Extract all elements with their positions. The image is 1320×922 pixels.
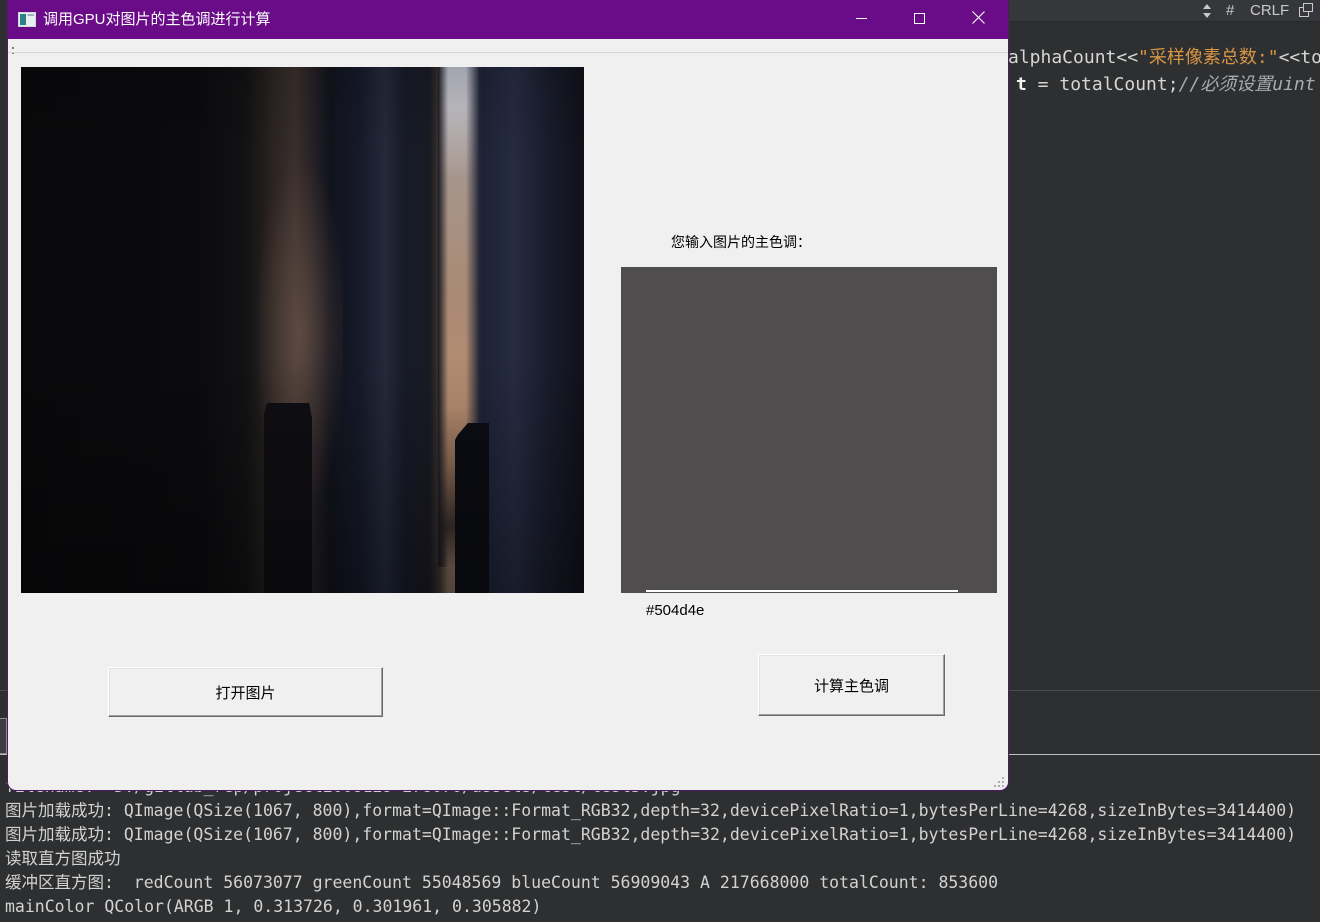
minimize-icon bbox=[856, 11, 867, 29]
code-string: "采样像素总数:" bbox=[1138, 47, 1279, 68]
open-image-button[interactable]: 打开图片 bbox=[108, 667, 383, 717]
compute-main-color-button-label: 计算主色调 bbox=[813, 677, 889, 695]
output-line: 图片加载成功: QImage(QSize(1067, 800),format=Q… bbox=[5, 825, 1297, 844]
resize-grip-icon[interactable] bbox=[993, 775, 1005, 787]
output-line: 图片加载成功: QImage(QSize(1067, 800),format=Q… bbox=[5, 801, 1297, 820]
output-line: 读取直方图成功 bbox=[5, 849, 121, 868]
compute-main-color-button[interactable]: 计算主色调 bbox=[758, 654, 945, 716]
image-shading bbox=[21, 67, 584, 593]
toolbar-grip-icon[interactable] bbox=[12, 42, 16, 54]
code-editor[interactable]: alphaCount<<"采样像素总数:"<<to t = totalCount… bbox=[1008, 22, 1320, 690]
loaded-image bbox=[21, 67, 584, 593]
indent-symbol: # bbox=[1226, 2, 1235, 19]
code-token: alphaCount<< bbox=[1008, 47, 1139, 68]
main-color-swatch bbox=[621, 267, 997, 593]
toolbar-separator bbox=[8, 52, 1008, 53]
main-color-label: 您输入图片的主色调： bbox=[671, 234, 811, 250]
minimize-button[interactable] bbox=[832, 0, 891, 39]
output-line: 缓冲区直方图: redCount 56073077 greenCount 550… bbox=[5, 873, 999, 892]
editor-toolbar: # CRLF bbox=[1008, 0, 1320, 22]
code-token: <<to bbox=[1278, 47, 1320, 68]
main-color-hex: #504d4e bbox=[646, 602, 705, 619]
app-window: 调用GPU对图片的主色调进行计算 您输入图片的主色调： #504d4e 打开图片… bbox=[8, 0, 1008, 790]
swatch-underline bbox=[646, 590, 958, 592]
close-button[interactable] bbox=[949, 0, 1008, 39]
output-line: mainColor QColor(ARGB 1, 0.313726, 0.301… bbox=[5, 897, 542, 916]
maximize-icon bbox=[914, 11, 925, 29]
output-filter-box[interactable] bbox=[0, 718, 7, 754]
line-ending-selector[interactable]: CRLF bbox=[1250, 1, 1289, 20]
code-token: t bbox=[1016, 74, 1027, 95]
code-line: alphaCount<<"采样像素总数:"<<to bbox=[1008, 46, 1320, 70]
open-image-button-label: 打开图片 bbox=[215, 684, 276, 702]
updown-arrows-icon[interactable] bbox=[1203, 4, 1211, 23]
code-token: = totalCount; bbox=[1026, 74, 1179, 95]
code-comment: //必须设置uint bbox=[1178, 74, 1316, 95]
close-icon bbox=[972, 10, 985, 29]
maximize-button[interactable] bbox=[890, 0, 949, 39]
code-line: t = totalCount;//必须设置uint bbox=[1016, 73, 1316, 97]
title-bar[interactable]: 调用GPU对图片的主色调进行计算 bbox=[8, 0, 1008, 39]
split-editor-icon[interactable] bbox=[1299, 3, 1313, 22]
window-title: 调用GPU对图片的主色调进行计算 bbox=[43, 11, 271, 28]
app-window-icon bbox=[18, 12, 36, 27]
